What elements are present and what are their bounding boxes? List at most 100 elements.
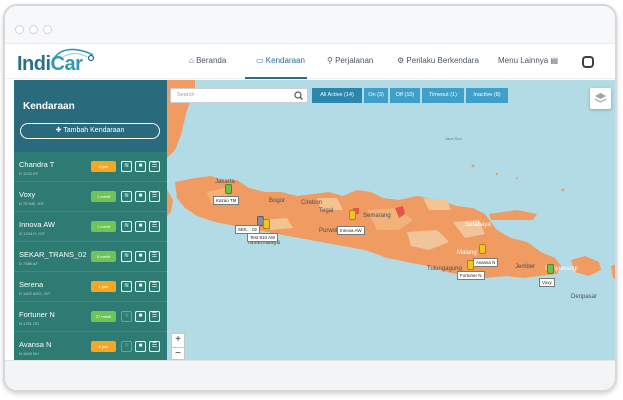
nav-kendaraan[interactable]: ▭ Kendaraan: [256, 56, 305, 65]
vehicle-plate: D 1234 EF: [19, 171, 39, 176]
layers-button[interactable]: [590, 88, 611, 109]
status-badge: 27 menit: [91, 311, 116, 322]
status-badge: 1 jam: [91, 281, 116, 292]
label-bogor: Bogor: [269, 198, 286, 204]
nav-perilaku-label: Perilaku Berkendara: [406, 56, 479, 65]
camera-icon[interactable]: ■: [135, 191, 146, 202]
gear-icon: ⚙: [397, 56, 405, 65]
nav-perjalanan-label: Perjalanan: [335, 56, 374, 65]
search-icon[interactable]: [292, 90, 306, 101]
camera-icon[interactable]: ■: [135, 221, 146, 232]
zoom-out-button[interactable]: −: [172, 347, 184, 359]
vehicle-plate: N 1640 WJ: [19, 351, 39, 356]
signal-icon[interactable]: ≋: [121, 161, 132, 172]
window-maximize-dot[interactable]: [43, 25, 52, 34]
status-badge: 1 menit: [91, 221, 116, 232]
list-icon[interactable]: ☰: [149, 161, 160, 172]
nav-menu-lainnya-label: Menu Lainnya: [498, 56, 549, 65]
list-icon[interactable]: ☰: [149, 191, 160, 202]
signal-icon[interactable]: ≋: [121, 191, 132, 202]
camera-icon[interactable]: ■: [135, 251, 146, 262]
signal-icon[interactable]: ≋: [121, 281, 132, 292]
label-malang: Malang: [457, 250, 477, 256]
fleet-map[interactable]: Search All Active (14) On (3) Off (10) T…: [167, 80, 615, 360]
list-icon[interactable]: ☰: [149, 251, 160, 262]
zoom-in-button[interactable]: +: [172, 334, 184, 346]
label-java-sea: Java Sea: [445, 136, 462, 141]
search-placeholder: Search: [177, 92, 195, 98]
filter-timeout[interactable]: Timeout (1): [422, 88, 464, 103]
nav-kendaraan-label: Kendaraan: [265, 56, 305, 65]
camera-icon[interactable]: ■: [135, 281, 146, 292]
brand-logo[interactable]: IndiCar: [17, 48, 95, 75]
book-icon: ▤: [550, 56, 559, 65]
camera-icon[interactable]: ■: [135, 341, 146, 352]
app-frame: IndiCar ⌂ Beranda ▭ Kendaraan ⚲ Perjalan…: [3, 4, 617, 392]
list-icon[interactable]: ☰: [149, 311, 160, 322]
vehicle-marker-kazao[interactable]: [225, 184, 232, 194]
camera-icon[interactable]: ■: [135, 311, 146, 322]
filter-all-active[interactable]: All Active (14): [312, 88, 362, 103]
label-cirebon: Cirebon: [301, 200, 323, 206]
status-badge: 6 jam: [91, 341, 116, 352]
vehicle-name: SEKAR_TRANS_02: [19, 250, 87, 259]
label-jember: Jember: [515, 264, 536, 270]
label-surabaya: Surabaya: [465, 222, 491, 228]
filter-inactive[interactable]: Inactive (8): [466, 88, 508, 103]
vehicle-plate: G 1234 D, IOT: [19, 231, 46, 236]
vehicle-row-serena[interactable]: Serena D 1402 ADO, IOT 1 jam ≋ ■ ☰: [14, 272, 167, 302]
window-minimize-dot[interactable]: [29, 25, 38, 34]
nav-perilaku-berkendara[interactable]: ⚙ Perilaku Berkendara: [397, 56, 479, 65]
vehicle-row-fortuner-n[interactable]: Fortuner N N 1791 OD 27 menit ≋ ■ ☰: [14, 302, 167, 332]
vehicle-row-chandra-t[interactable]: Chandra T D 1234 EF 0 jam ≋ ■ ☰: [14, 152, 167, 182]
filter-off[interactable]: Off (10): [390, 88, 420, 103]
vehicle-marker-voxy[interactable]: [547, 264, 554, 274]
vehicle-row-innova-aw[interactable]: Innova AW G 1234 D, IOT 1 menit ≋ ■ ☰: [14, 212, 167, 242]
vehicle-row-voxy[interactable]: Voxy D 75 NIE, IOT 1 menit ≋ ■ ☰: [14, 182, 167, 212]
label-denpasar: Denpasar: [571, 294, 598, 300]
nav-menu-lainnya[interactable]: Menu Lainnya ▤: [498, 56, 558, 65]
vehicle-plate: N 1791 OD: [19, 321, 40, 326]
window-chrome: [5, 6, 615, 44]
vehicle-label-innova: Innova AW: [337, 226, 365, 235]
home-icon: ⌂: [189, 56, 194, 65]
vehicle-plate: D 1402 ADO, IOT: [19, 291, 51, 296]
list-icon[interactable]: ☰: [149, 281, 160, 292]
vehicle-label-test: Test 910 AW: [247, 233, 279, 242]
layers-icon: [594, 93, 607, 103]
java-map-layer: [167, 80, 615, 360]
vehicle-name: Fortuner N: [19, 310, 55, 319]
toggle-icon[interactable]: [582, 56, 594, 68]
add-vehicle-button[interactable]: ✚ Tambah Kendaraan: [20, 123, 160, 139]
signal-icon[interactable]: ≋: [121, 251, 132, 262]
vehicle-label-kazao: Kazao TM: [213, 196, 240, 205]
vehicle-name: Chandra T: [19, 160, 55, 169]
status-badge: 0 jam: [91, 161, 116, 172]
vehicle-name: Innova AW: [19, 220, 55, 229]
car-icon: ▭: [256, 56, 264, 65]
vehicle-label-avansa: Avansa N: [473, 258, 499, 267]
signal-icon[interactable]: ≋: [121, 341, 132, 352]
filter-on[interactable]: On (3): [364, 88, 388, 103]
search-box[interactable]: Search: [170, 88, 308, 103]
signal-icon[interactable]: ≋: [121, 311, 132, 322]
status-badge: 1 menit: [91, 191, 116, 202]
car-logo-icon: [54, 48, 95, 61]
signal-icon[interactable]: ≋: [121, 221, 132, 232]
zoom-control: + −: [171, 333, 185, 360]
nav-perjalanan[interactable]: ⚲ Perjalanan: [327, 56, 373, 65]
bottom-bar: [5, 360, 615, 390]
list-icon[interactable]: ☰: [149, 221, 160, 232]
vehicle-marker-avansa[interactable]: [479, 244, 486, 254]
vehicle-row-avansa-n[interactable]: Avansa N N 1640 WJ 6 jam ≋ ■ ☰: [14, 332, 167, 360]
list-icon[interactable]: ☰: [149, 341, 160, 352]
camera-icon[interactable]: ■: [135, 161, 146, 172]
nav-beranda[interactable]: ⌂ Beranda: [189, 56, 226, 65]
vehicle-row-sekar-trans-02[interactable]: SEKAR_TRANS_02 D 7386 AF 5 menit ≋ ■ ☰: [14, 242, 167, 272]
pin-icon: ⚲: [327, 56, 333, 65]
label-semarang: Semarang: [363, 213, 391, 219]
vehicle-marker-innova[interactable]: [349, 210, 356, 220]
vehicle-marker-fortuner[interactable]: [467, 260, 474, 270]
vehicle-marker-test[interactable]: [263, 219, 270, 229]
window-close-dot[interactable]: [15, 25, 24, 34]
